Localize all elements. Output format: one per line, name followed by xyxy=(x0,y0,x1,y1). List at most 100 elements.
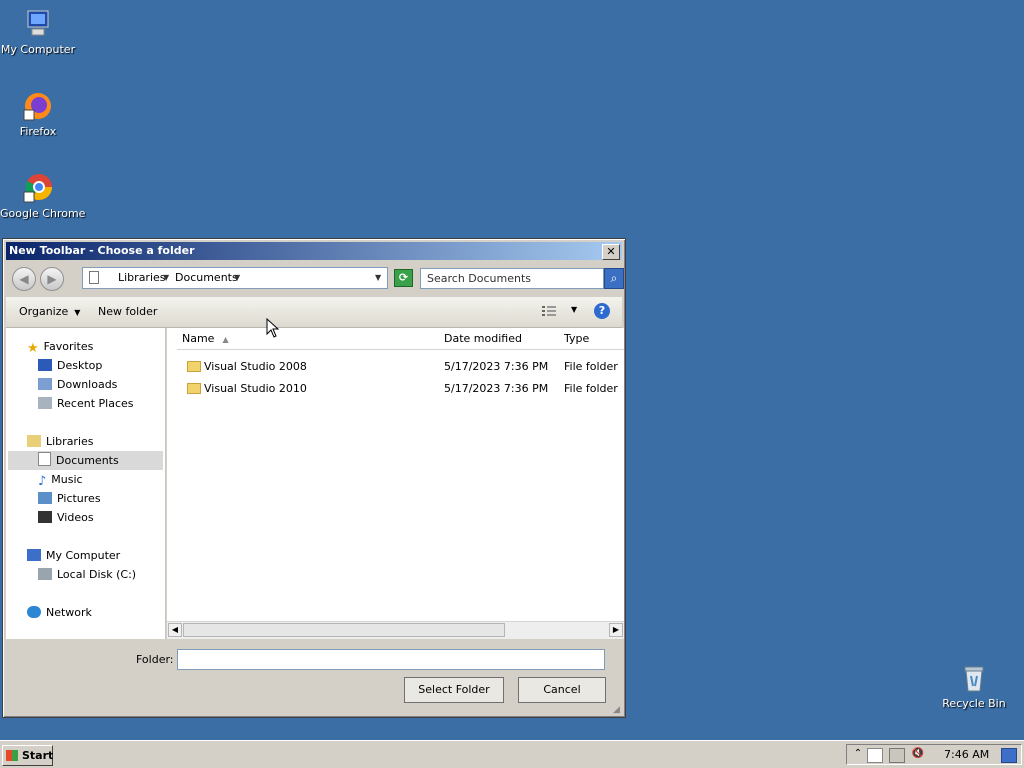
documents-icon xyxy=(38,452,51,466)
nav-label: Recent Places xyxy=(57,397,134,410)
mouse-cursor-icon xyxy=(266,317,280,338)
horizontal-scrollbar[interactable]: ◀ ▶ xyxy=(167,621,624,639)
select-folder-button[interactable]: Select Folder xyxy=(404,677,504,703)
folder-label: Folder: xyxy=(136,653,174,666)
help-icon[interactable]: ? xyxy=(594,303,610,319)
clock[interactable]: 7:46 AM xyxy=(944,745,989,764)
desktop-icon-my-computer[interactable]: My Computer xyxy=(0,8,76,56)
star-icon: ★ xyxy=(27,341,39,356)
resize-grip[interactable]: ◢ xyxy=(613,705,623,715)
column-header-name[interactable]: Name ▲ xyxy=(177,328,439,350)
address-dropdown-icon[interactable]: ▼ xyxy=(375,268,381,288)
my-computer-icon xyxy=(22,8,54,40)
refresh-button[interactable]: ⟳ xyxy=(394,269,413,287)
chevron-down-icon[interactable]: ▼ xyxy=(163,268,169,288)
network-status-icon[interactable] xyxy=(889,748,905,763)
nav-label: Network xyxy=(46,606,92,619)
page-icon xyxy=(89,271,99,284)
nav-favorites[interactable]: ★ Favorites xyxy=(27,337,93,356)
nav-my-computer[interactable]: My Computer xyxy=(27,546,120,565)
file-list: Name ▲ Date modified Type Visual Studio 2… xyxy=(167,328,624,639)
nav-documents[interactable]: Documents xyxy=(8,451,163,470)
recycle-bin-icon xyxy=(958,662,990,694)
breadcrumb-documents[interactable]: Documents xyxy=(175,268,238,288)
desktop-icon-recycle-bin[interactable]: Recycle Bin xyxy=(936,662,1012,710)
row-date: 5/17/2023 7:36 PM xyxy=(444,382,549,395)
pictures-icon xyxy=(38,492,52,504)
views-icon[interactable] xyxy=(542,305,556,317)
nav-label: Desktop xyxy=(57,359,103,372)
desktop-icon-google-chrome[interactable]: Google Chrome xyxy=(0,172,86,220)
nav-recent-places[interactable]: Recent Places xyxy=(38,394,134,413)
nav-label: Downloads xyxy=(57,378,118,391)
organize-label: Organize xyxy=(19,305,69,318)
command-toolbar: Organize ▼ New folder ▼ ? xyxy=(6,297,622,328)
column-header-type[interactable]: Type xyxy=(559,328,624,350)
network-icon xyxy=(27,606,41,618)
column-header-date-modified[interactable]: Date modified xyxy=(439,328,559,350)
nav-label: My Computer xyxy=(46,549,121,562)
windows-logo-icon xyxy=(6,750,18,761)
show-desktop-icon[interactable] xyxy=(1001,748,1017,763)
desktop-icon-firefox[interactable]: Firefox xyxy=(0,90,76,138)
nav-local-disk[interactable]: Local Disk (C:) xyxy=(38,565,136,584)
system-tray: ⌃ 🔇 7:46 AM xyxy=(846,744,1022,765)
breadcrumb-libraries[interactable]: Libraries xyxy=(118,268,166,288)
search-input[interactable]: Search Documents xyxy=(420,268,604,289)
scroll-left-button[interactable]: ◀ xyxy=(168,623,182,637)
my-computer-icon xyxy=(27,549,41,561)
nav-music[interactable]: ♪ Music xyxy=(38,470,83,489)
row-type: File folder xyxy=(564,360,618,373)
new-folder-button[interactable]: New folder xyxy=(98,305,157,318)
dialog-title: New Toolbar - Choose a folder xyxy=(9,244,195,257)
folder-icon xyxy=(187,383,201,394)
desktop-icon-label: My Computer xyxy=(0,43,76,56)
forward-button[interactable]: ▶ xyxy=(40,267,64,291)
row-name: Visual Studio 2008 xyxy=(204,360,307,373)
recent-places-icon xyxy=(38,397,52,409)
nav-label: Pictures xyxy=(57,492,101,505)
chevron-down-icon: ▼ xyxy=(74,308,81,317)
views-dropdown-icon[interactable]: ▼ xyxy=(571,305,577,314)
nav-label: Documents xyxy=(56,454,119,467)
nav-label: Libraries xyxy=(46,435,94,448)
nav-label: Videos xyxy=(57,511,94,524)
chevron-down-icon[interactable]: ▼ xyxy=(234,268,240,288)
desktop-icon-label: Google Chrome xyxy=(0,207,86,220)
row-name: Visual Studio 2010 xyxy=(204,382,307,395)
back-button[interactable]: ◀ xyxy=(12,267,36,291)
scroll-right-button[interactable]: ▶ xyxy=(609,623,623,637)
nav-desktop[interactable]: Desktop xyxy=(38,356,102,375)
start-button[interactable]: Start xyxy=(2,745,53,766)
desktop-icon-label: Recycle Bin xyxy=(942,697,1006,710)
scroll-thumb[interactable] xyxy=(183,623,505,637)
nav-videos[interactable]: Videos xyxy=(38,508,94,527)
downloads-icon xyxy=(38,378,52,390)
nav-label: Favorites xyxy=(43,340,94,353)
dialog-titlebar[interactable]: New Toolbar - Choose a folder ✕ xyxy=(6,242,622,260)
address-bar[interactable]: Libraries ▼ Documents ▼ ▼ xyxy=(82,267,388,289)
show-hidden-icons-icon[interactable]: ⌃ xyxy=(851,748,865,761)
navigation-pane: ★ Favorites Desktop Downloads Recent Plac… xyxy=(6,328,166,639)
nav-label: Local Disk (C:) xyxy=(57,568,137,581)
nav-libraries[interactable]: Libraries xyxy=(27,432,94,451)
firefox-icon xyxy=(22,90,54,122)
nav-network[interactable]: Network xyxy=(27,603,92,622)
search-icon[interactable]: ⌕ xyxy=(604,268,624,289)
organize-button[interactable]: Organize ▼ xyxy=(19,305,80,318)
table-row[interactable]: Visual Studio 2008 5/17/2023 7:36 PM Fil… xyxy=(167,357,624,377)
folder-input[interactable] xyxy=(177,649,605,670)
close-button[interactable]: ✕ xyxy=(602,244,620,260)
volume-muted-icon[interactable]: 🔇 xyxy=(911,748,925,761)
cancel-button[interactable]: Cancel xyxy=(518,677,606,703)
folder-icon xyxy=(187,361,201,372)
taskbar: Start ⌃ 🔇 7:46 AM xyxy=(0,740,1024,768)
nav-pictures[interactable]: Pictures xyxy=(38,489,101,508)
nav-downloads[interactable]: Downloads xyxy=(38,375,117,394)
libraries-icon xyxy=(27,435,41,447)
choose-folder-dialog: New Toolbar - Choose a folder ✕ ◀ ▶ Libr… xyxy=(2,238,626,718)
action-center-icon[interactable] xyxy=(867,748,883,763)
videos-icon xyxy=(38,511,52,523)
drive-icon xyxy=(38,568,52,580)
table-row[interactable]: Visual Studio 2010 5/17/2023 7:36 PM Fil… xyxy=(167,379,624,399)
